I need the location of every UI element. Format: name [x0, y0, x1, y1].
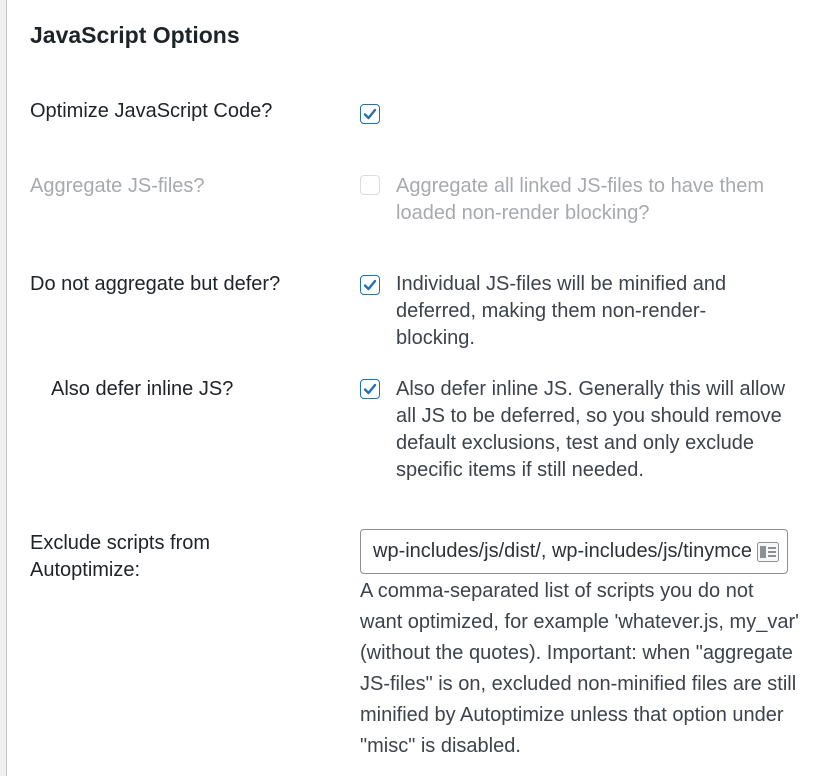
aggregate-js-checkbox[interactable] — [360, 175, 380, 195]
optimize-js-label: Optimize JavaScript Code? — [30, 100, 273, 122]
aggregate-js-description: Aggregate all linked JS-files to have th… — [396, 175, 764, 224]
defer-inline-label: Also defer inline JS? — [51, 378, 234, 400]
defer-js-label: Do not aggregate but defer? — [30, 273, 281, 295]
exclude-scripts-help: A comma-separated list of scripts you do… — [360, 580, 799, 757]
exclude-scripts-label: Exclude scripts from Autoptimize: — [30, 532, 211, 581]
defer-js-checkbox[interactable] — [360, 275, 380, 295]
defer-js-description: Individual JS-files will be minified and… — [396, 273, 727, 349]
optimize-js-checkbox[interactable] — [360, 104, 380, 124]
checkmark-icon — [363, 279, 377, 291]
section-title: JavaScript Options — [30, 22, 240, 48]
exclude-scripts-input[interactable] — [361, 530, 787, 573]
settings-panel: JavaScript Options Optimize JavaScript C… — [6, 0, 830, 776]
exclude-scripts-field[interactable] — [360, 529, 788, 574]
checkmark-icon — [363, 108, 377, 120]
checkmark-icon — [363, 383, 377, 395]
defer-inline-checkbox[interactable] — [360, 379, 380, 399]
defer-inline-description: Also defer inline JS. Generally this wil… — [396, 378, 786, 481]
aggregate-js-label: Aggregate JS-files? — [30, 175, 205, 197]
field-menu-icon[interactable] — [757, 542, 779, 562]
